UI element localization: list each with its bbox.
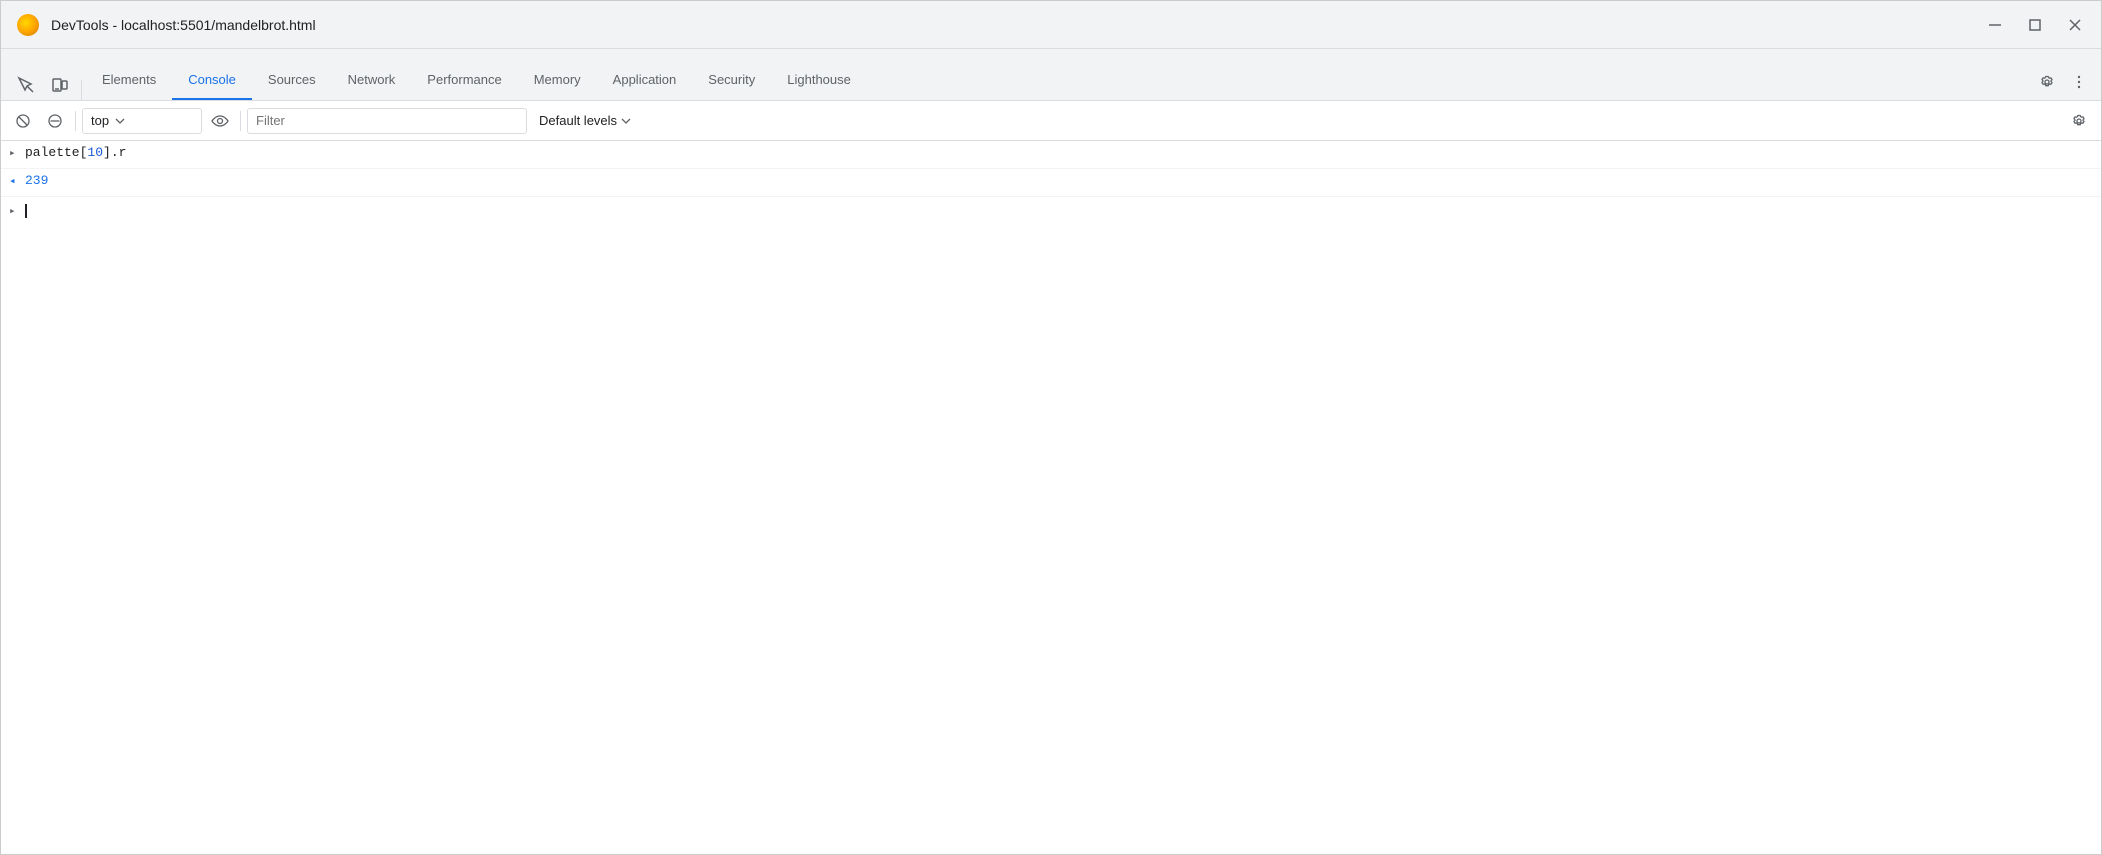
tab-elements[interactable]: Elements	[86, 60, 172, 100]
title-bar: DevTools - localhost:5501/mandelbrot.htm…	[1, 1, 2101, 49]
window-title: DevTools - localhost:5501/mandelbrot.htm…	[51, 17, 1973, 33]
tab-sources[interactable]: Sources	[252, 60, 332, 100]
filter-input[interactable]	[247, 108, 527, 134]
minimize-button[interactable]	[1985, 15, 2005, 35]
entry-arrow-right-1: ▸	[9, 145, 25, 160]
device-toolbar-button[interactable]	[43, 70, 77, 100]
tab-security[interactable]: Security	[692, 60, 771, 100]
tab-memory[interactable]: Memory	[518, 60, 597, 100]
window-controls	[1985, 15, 2085, 35]
clear-console-button[interactable]	[9, 107, 37, 135]
tab-application[interactable]: Application	[597, 60, 693, 100]
maximize-button[interactable]	[2025, 15, 2045, 35]
inspect-element-button[interactable]	[9, 70, 43, 100]
levels-label: Default levels	[539, 113, 617, 128]
console-cursor	[25, 204, 27, 218]
entry-text-1: palette[10].r	[25, 145, 126, 160]
console-content[interactable]: ▸ palette[10].r ◂ 239 ▸	[1, 141, 2101, 854]
tab-console[interactable]: Console	[172, 60, 252, 100]
console-divider-1	[75, 111, 76, 131]
console-entry-input-1: ▸ palette[10].r	[1, 141, 2101, 169]
console-input-line[interactable]: ▸	[1, 197, 2101, 225]
console-divider-2	[240, 111, 241, 131]
context-selector-value: top	[91, 113, 109, 128]
more-menu-button[interactable]	[2065, 68, 2093, 96]
entry-arrow-left-1: ◂	[9, 173, 25, 188]
tabs-right-controls	[2033, 68, 2093, 100]
input-prompt-arrow: ▸	[9, 204, 25, 218]
close-button[interactable]	[2065, 15, 2085, 35]
console-toolbar: top Default levels	[1, 101, 2101, 141]
tabs-bar: Elements Console Sources Network Perform…	[1, 49, 2101, 101]
entry-index-1: 10	[87, 145, 103, 160]
settings-button[interactable]	[2033, 68, 2061, 96]
tab-lighthouse[interactable]: Lighthouse	[771, 60, 867, 100]
console-entry-output-1: ◂ 239	[1, 169, 2101, 197]
console-settings-button[interactable]	[2065, 107, 2093, 135]
context-selector[interactable]: top	[82, 108, 202, 134]
entry-value-1: 239	[25, 173, 48, 188]
tab-network[interactable]: Network	[332, 60, 412, 100]
default-levels-button[interactable]: Default levels	[531, 108, 639, 134]
toolbar-divider	[81, 80, 82, 100]
live-expressions-button[interactable]	[206, 107, 234, 135]
tab-performance[interactable]: Performance	[411, 60, 517, 100]
devtools-logo-icon	[17, 14, 39, 36]
devtools-window: DevTools - localhost:5501/mandelbrot.htm…	[0, 0, 2102, 855]
no-entry-button[interactable]	[41, 107, 69, 135]
